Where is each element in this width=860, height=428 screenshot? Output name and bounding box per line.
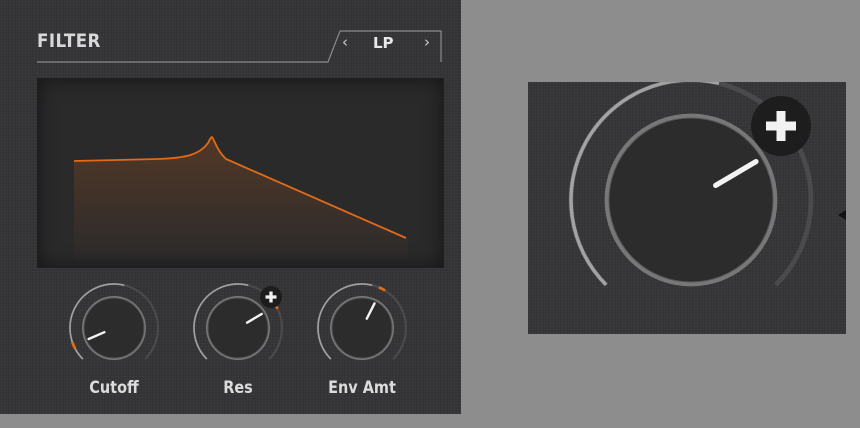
zoomed-knob-dial-body xyxy=(608,117,774,283)
filter-mode-value[interactable]: LP xyxy=(373,34,394,52)
zoomed-res-knob[interactable] xyxy=(528,82,846,334)
panel-title: FILTER xyxy=(37,30,101,52)
knob-cutoff-graphic[interactable] xyxy=(54,280,174,380)
chevron-right-icon[interactable]: › xyxy=(424,33,430,51)
knob-env-amt-graphic[interactable] xyxy=(302,280,422,380)
knob-res-label: Res xyxy=(223,378,253,398)
chevron-left-icon[interactable]: ‹ xyxy=(342,33,348,51)
knob-cutoff[interactable]: Cutoff xyxy=(54,280,174,410)
knob-env-amt-dial-value-marker xyxy=(378,286,386,292)
filter-response-display xyxy=(37,78,444,268)
knob-res-dial-body xyxy=(207,297,269,359)
filter-curve-graph xyxy=(73,136,408,267)
knob-cutoff-dial-value-marker xyxy=(71,341,77,350)
knob-cutoff-label: Cutoff xyxy=(89,378,139,398)
filter-panel: FILTER ‹ LP › Cutoff Res Env Amt xyxy=(0,0,461,414)
knob-cutoff-dial[interactable] xyxy=(68,282,160,360)
knob-env-amt-dial-body xyxy=(331,297,393,359)
knob-env-amt-label: Env Amt xyxy=(328,378,396,398)
knob-env-amt-dial[interactable] xyxy=(316,282,408,360)
knob-res[interactable]: Res xyxy=(178,280,298,410)
zoomed-knob-view xyxy=(528,82,846,334)
plus-icon[interactable] xyxy=(260,286,282,308)
knob-env-amt[interactable]: Env Amt xyxy=(302,280,422,410)
knob-res-graphic[interactable] xyxy=(178,280,298,380)
filter-curve-fill xyxy=(74,137,408,267)
knob-cutoff-dial-body xyxy=(83,297,145,359)
edge-arrow-icon xyxy=(838,210,846,220)
zoomed-plus-icon[interactable] xyxy=(751,96,811,156)
